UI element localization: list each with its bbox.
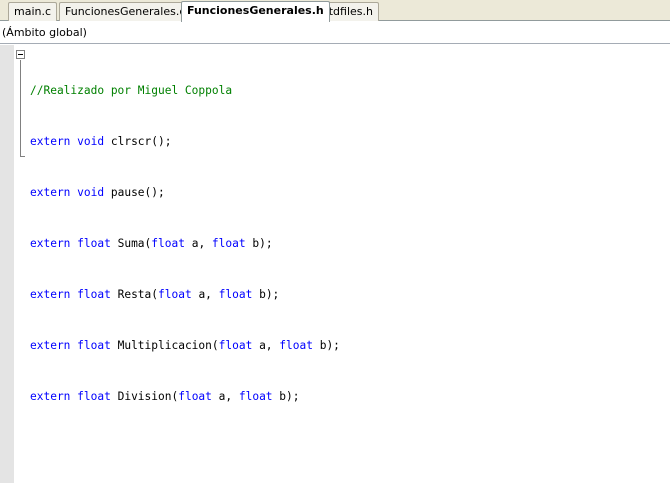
code-text: Division( xyxy=(110,390,179,403)
keyword: extern xyxy=(30,390,71,403)
keyword: float xyxy=(238,390,273,403)
editor-gutter xyxy=(0,45,14,483)
tab-bar: main.c FuncionesGenerales.c FuncionesGen… xyxy=(0,0,670,22)
code-text: Resta( xyxy=(110,288,159,301)
keyword: float xyxy=(279,339,313,352)
keyword: float xyxy=(77,339,111,352)
tab-main-c[interactable]: main.c xyxy=(8,2,58,21)
code-text: a, xyxy=(211,390,239,403)
code-line: extern float Multiplicacion(float a, flo… xyxy=(30,337,340,354)
keyword: float xyxy=(77,390,111,403)
keyword: void xyxy=(77,186,105,199)
keyword: extern xyxy=(30,135,71,148)
keyword: float xyxy=(151,237,185,250)
fold-guide-line xyxy=(20,60,21,157)
code-text: a, xyxy=(252,339,280,352)
code-text: clrscr(); xyxy=(104,135,172,148)
keyword: float xyxy=(77,237,111,250)
keyword: float xyxy=(158,288,192,301)
code-line: extern float Resta(float a, float b); xyxy=(30,286,340,303)
keyword: float xyxy=(77,288,111,301)
code-line: extern float Suma(float a, float b); xyxy=(30,235,340,252)
keyword: extern xyxy=(30,339,71,352)
keyword: float xyxy=(211,237,246,250)
keyword: extern xyxy=(30,237,71,250)
code-text: a, xyxy=(184,237,212,250)
keyword: float xyxy=(218,288,253,301)
code-line: //Realizado por Miguel Coppola xyxy=(30,82,340,99)
scope-bar: (Ámbito global) xyxy=(0,22,670,44)
tab-funciones-generales-c[interactable]: FuncionesGenerales.c xyxy=(59,2,192,21)
code-line: extern float Division(float a, float b); xyxy=(30,388,340,405)
fold-collapse-icon[interactable] xyxy=(16,50,25,59)
code-text: Suma( xyxy=(110,237,152,250)
code-text: b); xyxy=(245,237,273,250)
keyword: float xyxy=(218,339,253,352)
code-content: //Realizado por Miguel Coppola extern vo… xyxy=(30,48,340,439)
scope-dropdown[interactable]: (Ámbito global) xyxy=(0,24,668,42)
keyword: extern xyxy=(30,288,71,301)
code-editor[interactable]: //Realizado por Miguel Coppola extern vo… xyxy=(14,45,670,483)
tab-funciones-generales-h[interactable]: FuncionesGenerales.h xyxy=(181,1,330,22)
keyword: float xyxy=(178,390,212,403)
keyword: extern xyxy=(30,186,71,199)
fold-guide-end xyxy=(20,156,25,157)
code-line: extern void clrscr(); xyxy=(30,133,340,150)
code-text: Multiplicacion( xyxy=(110,339,219,352)
keyword: void xyxy=(77,135,105,148)
code-text: pause(); xyxy=(104,186,165,199)
code-text: b); xyxy=(312,339,340,352)
code-line: extern void pause(); xyxy=(30,184,340,201)
comment: //Realizado por Miguel Coppola xyxy=(30,84,233,97)
code-text: b); xyxy=(252,288,280,301)
code-text: b); xyxy=(272,390,300,403)
code-text: a, xyxy=(191,288,219,301)
